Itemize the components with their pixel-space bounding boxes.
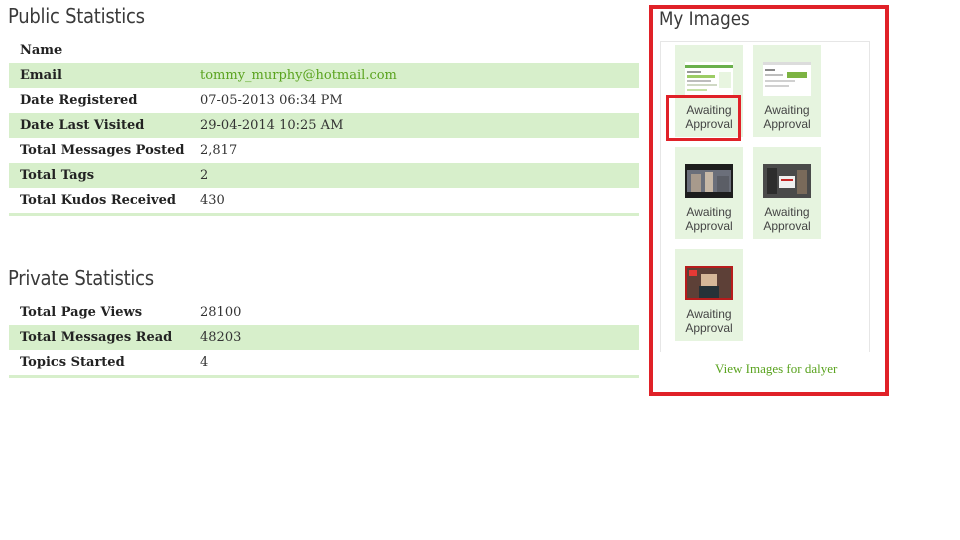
email-link[interactable]: tommy_murphy@hotmail.com [200,63,639,88]
stat-label: Email [9,63,200,88]
public-statistics-title: Public Statistics [8,4,145,28]
image-status-label: Awaiting Approval [685,307,733,335]
image-thumbnail [685,62,733,96]
stat-label: Date Registered [20,93,138,108]
stat-label: Date Last Visited [9,113,200,138]
stats-row-topics-started: Topics Started 4 [9,350,639,375]
stats-row-total-page-views: Total Page Views 28100 [9,300,639,325]
awaiting-approval-highlight [666,95,741,141]
stat-value: 28100 [200,305,242,320]
stat-value: 48203 [200,325,639,350]
image-thumbnail [685,164,733,198]
image-tile[interactable]: Awaiting Approval [753,147,821,239]
stat-value: 07-05-2013 06:34 PM [200,93,343,108]
image-status-label: Awaiting Approval [763,103,811,131]
stats-row-total-messages-read: Total Messages Read 48203 [9,325,639,350]
stats-row-total-kudos-received: Total Kudos Received 430 [9,188,639,213]
public-statistics-divider [9,213,639,216]
view-images-link[interactable]: View Images for dalyer [715,361,837,377]
stat-value: 2,817 [200,143,238,158]
stat-value: 29-04-2014 10:25 AM [200,113,639,138]
image-tile[interactable]: Awaiting Approval [753,45,821,137]
my-images-title: My Images [659,8,750,30]
image-tile[interactable]: Awaiting Approval [675,249,743,341]
image-thumbnail [685,266,733,300]
stats-row-email: Email tommy_murphy@hotmail.com [9,63,639,88]
image-tile[interactable]: Awaiting Approval [675,147,743,239]
image-thumbnail [763,62,811,96]
stat-value [200,38,639,63]
public-statistics-table: Name Email tommy_murphy@hotmail.com Date… [9,38,639,213]
stats-row-total-tags: Total Tags 2 [9,163,639,188]
stat-label: Total Tags [9,163,200,188]
stat-label: Name [20,43,63,58]
stat-label: Total Messages Read [9,325,200,350]
stats-row-total-messages-posted: Total Messages Posted 2,817 [9,138,639,163]
stat-value: 4 [200,355,209,370]
stat-label: Total Kudos Received [20,193,176,208]
stat-value: 2 [200,163,639,188]
stat-label: Topics Started [20,355,125,370]
image-status-label: Awaiting Approval [685,205,733,233]
stats-row-date-registered: Date Registered 07-05-2013 06:34 PM [9,88,639,113]
stat-label: Total Messages Posted [20,143,185,158]
stats-row-name: Name [9,38,639,63]
image-status-label: Awaiting Approval [763,205,811,233]
private-statistics-table: Total Page Views 28100 Total Messages Re… [9,300,639,375]
stat-label: Total Page Views [20,305,143,320]
image-thumbnail [763,164,811,198]
stat-value: 430 [200,193,225,208]
private-statistics-divider [9,375,639,378]
stats-row-date-last-visited: Date Last Visited 29-04-2014 10:25 AM [9,113,639,138]
private-statistics-title: Private Statistics [8,266,154,290]
